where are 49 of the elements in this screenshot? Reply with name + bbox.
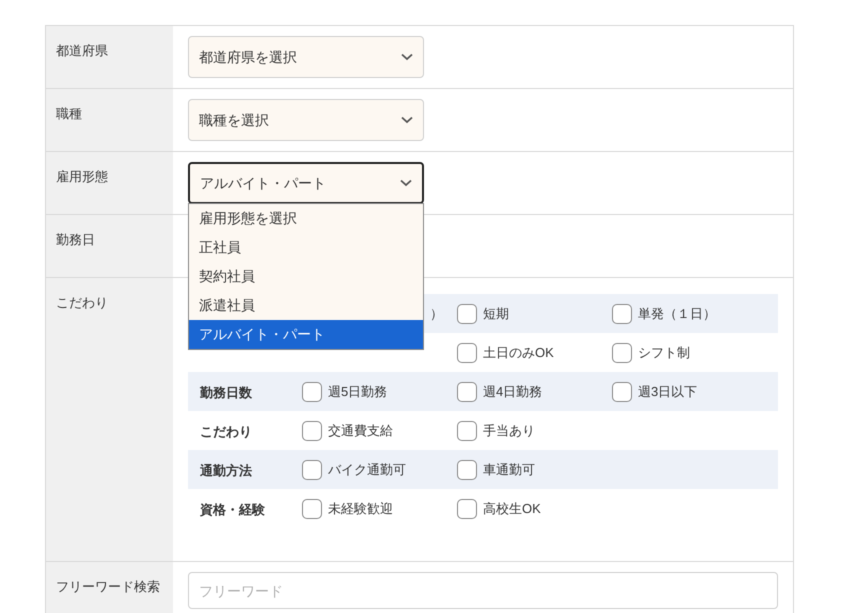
checkbox[interactable] [302,382,322,402]
checkbox-label: シフト制 [638,344,690,362]
checkbox-label: 土日のみOK [483,344,554,362]
checkbox-label: 手当あり [483,422,535,440]
group-label: こだわり [200,424,252,439]
checkbox-label: 未経験歓迎 [328,500,393,518]
chevron-down-icon [401,116,413,124]
field-label: 職種 [56,106,82,121]
checkbox[interactable] [612,382,632,402]
group-label: 勤務日数 [200,385,252,400]
checkbox-label: 週5日勤務 [328,382,388,401]
checkbox-label: 高校生OK [483,500,541,518]
checkbox-label: 週3日以下 [638,382,698,401]
field-label: 雇用形態 [56,169,108,184]
group-label: 通勤方法 [200,463,252,478]
checkbox-label: 短期 [483,304,509,323]
dropdown-option[interactable]: 契約社員 [189,262,423,291]
dropdown-option[interactable]: アルバイト・パート [189,320,423,349]
checkbox-label: 交通費支給 [328,422,393,440]
input-field[interactable]: フリーワード [188,572,778,609]
checkbox[interactable] [612,304,632,324]
field-label: フリーワード検索 [56,579,160,594]
field-label: 勤務日 [56,232,95,247]
field-label: 都道府県 [56,43,108,58]
checkbox[interactable] [457,382,477,402]
chevron-down-icon [401,53,413,61]
dropdown-option[interactable]: 派遣社員 [189,291,423,320]
dropdown-option[interactable]: 雇用形態を選択 [189,204,423,233]
checkbox-label: 週4日勤務 [483,382,542,401]
checkbox[interactable] [457,498,477,518]
checkbox[interactable] [457,420,477,440]
checkbox[interactable] [612,342,632,362]
checkbox-label: 単発（１日） [638,304,716,323]
checkbox[interactable] [302,498,322,518]
select-dropdown[interactable]: 都道府県を選択 [188,36,424,78]
checkbox[interactable] [302,420,322,440]
chevron-down-icon [400,179,412,187]
group-label: 資格・経験 [200,502,265,517]
checkbox[interactable] [457,342,477,362]
checkbox[interactable] [457,304,477,324]
checkbox[interactable] [457,460,477,480]
checkbox-label: バイク通勤可 [328,460,406,479]
field-label: こだわり [56,295,108,310]
dropdown-option[interactable]: 正社員 [189,233,423,262]
checkbox-label: ） [429,304,443,323]
checkbox[interactable] [302,460,322,480]
select-dropdown[interactable]: アルバイト・パート [188,162,424,204]
select-dropdown[interactable]: 職種を選択 [188,99,424,141]
checkbox-label: 車通勤可 [483,460,535,479]
